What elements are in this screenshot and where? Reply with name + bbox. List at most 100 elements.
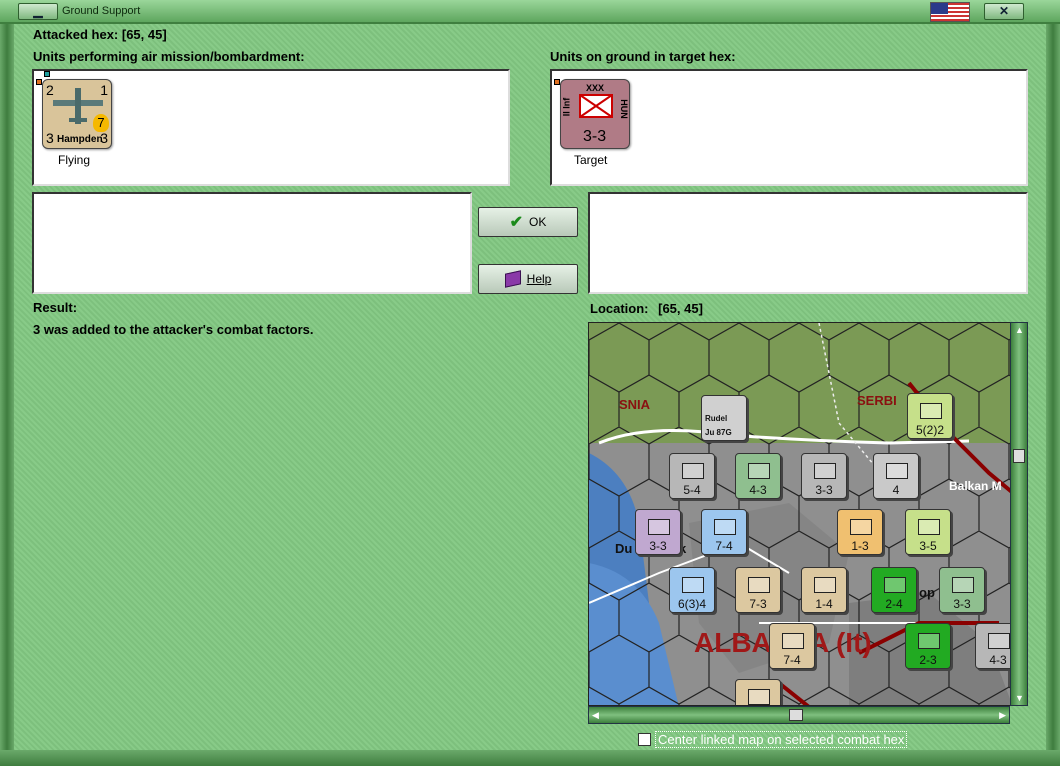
attacked-hex: Attacked hex: [65, 45] [33,27,167,42]
location: Location: [65, 45] [590,301,703,316]
map-unit-counter[interactable]: 3-3 [939,567,985,613]
map-unit-strength: 6(3)4 [677,597,706,611]
result-text: 3 was added to the attacker's combat fac… [33,322,314,337]
map-unit-counter[interactable]: 1-4 [801,567,847,613]
map-air-pilot: Rudel [705,414,728,423]
map-vertical-scrollbar[interactable]: ▲ ▼ [1010,322,1028,706]
unit-symbol-icon [714,519,736,535]
map-air-counter[interactable]: Rudel Ju 87G [701,395,747,441]
ok-button[interactable]: ✔ OK [478,207,578,237]
region-label-albania-it: A (It) [809,627,872,658]
air-unit-counter[interactable]: 2 1 7 3 Hampden 3 [42,79,112,149]
unit-symbol-icon [814,463,836,479]
map-vertical-scroll-thumb[interactable] [1013,449,1025,463]
map-unit-strength: 7-4 [715,539,733,553]
scroll-down-icon[interactable]: ▼ [1015,693,1024,703]
map-unit-counter[interactable]: 2-3 [905,623,951,669]
attacked-hex-label: Attacked hex: [33,27,119,42]
map-unit-counter[interactable]: 1-3 [837,509,883,555]
center-map-checkbox[interactable] [638,733,651,746]
unit-symbol-icon [748,463,770,479]
map-air-type: Ju 87G [705,428,732,437]
us-flag-icon [930,2,970,22]
ground-units-panel: XXX II Inf HUN 3-3 Target [550,69,1028,186]
infantry-symbol-icon [579,94,613,118]
map-unit-counter[interactable]: 7-4 [769,623,815,669]
target-unit-counter[interactable]: XXX II Inf HUN 3-3 [560,79,630,149]
map-unit-strength: 4 [892,483,900,497]
map-unit-strength: 4-3 [749,483,767,497]
ground-units-heading: Units on ground in target hex: [550,49,736,64]
map-unit-counter[interactable]: 4-3 [735,453,781,499]
ok-button-label: OK [529,215,547,229]
help-button[interactable]: Help [478,264,578,294]
unit-symbol-icon [782,633,804,649]
map-unit-counter[interactable]: 5(2)2 [907,393,953,439]
unit-symbol-icon [648,519,670,535]
center-map-label[interactable]: Center linked map on selected combat hex [655,731,908,748]
map-unit-strength: 7-3 [749,597,767,611]
region-label-albania: ALBA [694,627,772,658]
attacked-hex-value: [65, 45] [121,27,167,42]
map-unit-strength: 2-3 [919,653,937,667]
scroll-right-icon[interactable]: ▶ [999,710,1006,721]
map-unit-counter[interactable]: 2-4 [871,567,917,613]
map-unit-strength: 1-4 [815,597,833,611]
map-unit-strength: 3-3 [815,483,833,497]
attacker-info-panel [32,192,472,294]
minimize-button[interactable]: ▁ [18,3,58,20]
mission-marker-icon [44,71,50,77]
map-unit-counter[interactable]: 4-3 [975,623,1011,669]
scroll-left-icon[interactable]: ◀ [592,710,599,721]
map-unit-counter[interactable]: Hurricane [735,679,781,705]
scroll-up-icon[interactable]: ▲ [1015,325,1024,335]
air-unit-bottom-right: 3 [100,130,108,146]
bottom-frame [0,750,1060,766]
map-view[interactable]: SNIA SERBI Balkan M ALBA A (It) Du k op … [588,322,1012,706]
unit-symbol-icon [748,577,770,593]
map-unit-counter[interactable]: 3-3 [635,509,681,555]
map-unit-counter[interactable]: 4 [873,453,919,499]
unit-symbol-icon [748,689,770,705]
unit-symbol-icon [682,577,704,593]
region-label-balkan: Balkan M [949,479,1002,493]
title-bar: ▁ Ground Support ✕ [0,0,1060,24]
close-button[interactable]: ✕ [984,3,1024,20]
map-unit-counter[interactable]: 7-3 [735,567,781,613]
location-label: Location: [590,301,649,316]
unit-symbol-icon [918,519,940,535]
result-heading: Result: [33,300,78,315]
air-units-panel: 2 1 7 3 Hampden 3 Flying [32,69,510,186]
map-unit-strength: 1-3 [851,539,869,553]
unit-symbol-icon [988,633,1010,649]
map-horizontal-scrollbar[interactable]: ◀ ▶ [588,706,1010,724]
map-horizontal-scroll-thumb[interactable] [789,709,803,721]
region-label-serbia: SERBI [857,393,897,408]
help-book-icon [504,270,521,288]
target-unit-nation: HUN [618,99,629,119]
unit-symbol-icon [918,633,940,649]
region-label-bosnia: SNIA [619,397,651,412]
window-title: Ground Support [62,5,141,17]
map-unit-strength: 7-4 [783,653,801,667]
map-unit-counter[interactable]: 5-4 [669,453,715,499]
air-unit-bottom-left: 3 [46,130,54,146]
help-button-label: Help [526,272,552,286]
left-frame [0,24,14,759]
map-unit-counter[interactable]: 7-4 [701,509,747,555]
map-unit-counter[interactable]: 6(3)4 [669,567,715,613]
map-unit-counter[interactable]: 3-5 [905,509,951,555]
map-unit-strength: 5(2)2 [915,423,944,437]
unit-symbol-icon [952,577,974,593]
map-unit-strength: 3-3 [953,597,971,611]
city-label-du: Du [615,541,633,556]
map-unit-counter[interactable]: 3-3 [801,453,847,499]
air-unit-status: Flying [58,153,91,167]
checkmark-icon: ✔ [509,214,524,231]
center-map-option[interactable]: Center linked map on selected combat hex [638,731,908,748]
unit-symbol-icon [886,463,908,479]
target-unit-size: XXX [586,83,605,93]
defender-info-panel [588,192,1028,294]
map-unit-strength: 2-4 [885,597,903,611]
location-value: [65, 45] [658,301,703,316]
